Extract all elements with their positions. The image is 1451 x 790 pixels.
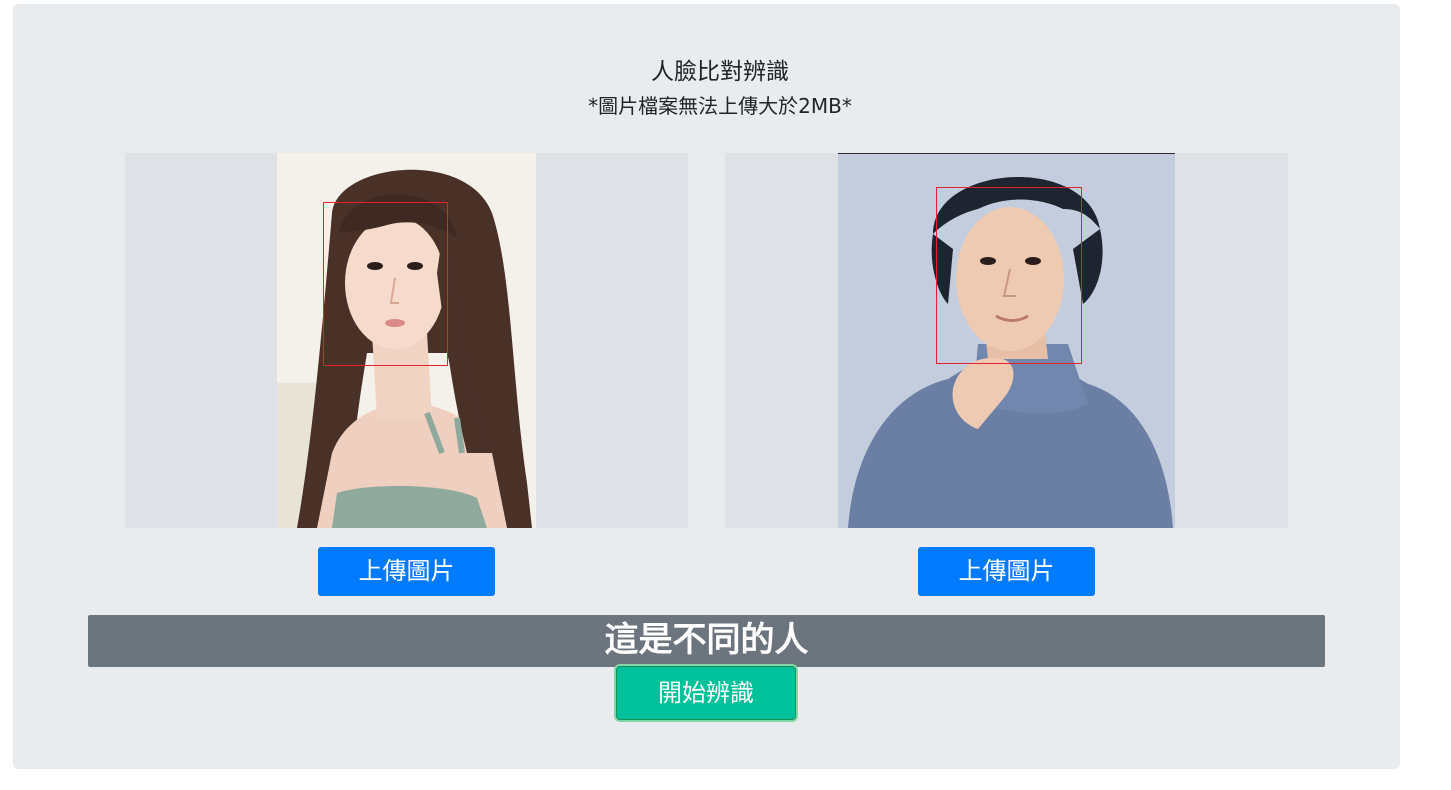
page-title: 人臉比對辨識 [651,59,789,85]
start-recognition-button[interactable]: 開始辨識 [616,666,796,720]
right-image-frame [725,153,1288,528]
right-face-detection-box [936,187,1082,364]
left-upload-button[interactable]: 上傳圖片 [318,547,495,596]
right-photo [838,153,1175,528]
left-photo [277,153,536,528]
result-banner: 這是不同的人 [88,615,1325,667]
left-image-frame [125,153,688,528]
right-upload-button[interactable]: 上傳圖片 [918,547,1095,596]
left-face-detection-box [323,202,448,366]
upload-size-note: *圖片檔案無法上傳大於2MB* [588,94,852,118]
